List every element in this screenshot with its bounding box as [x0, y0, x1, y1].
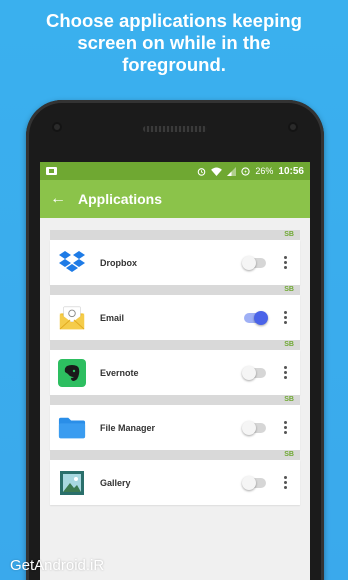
- size-unit: SB: [284, 341, 294, 348]
- alarm-icon: [198, 167, 206, 176]
- size-header: SB: [50, 340, 300, 350]
- size-unit: SB: [284, 286, 294, 293]
- app-list: SB Dropbox SB Email SB Evernote SB File …: [50, 230, 300, 505]
- status-bar: 26% 10:56: [40, 162, 310, 180]
- more-options-icon[interactable]: [284, 421, 288, 434]
- app-name: Gallery: [100, 477, 131, 488]
- speaker-grille: [143, 126, 207, 132]
- clock: 10:56: [278, 165, 304, 177]
- app-name: Evernote: [100, 367, 139, 378]
- phone-frame: 26% 10:56 ← Applications SB Dropbox SB E…: [26, 100, 324, 580]
- watermark: GetAndroid.iR: [10, 557, 105, 574]
- keep-screen-toggle[interactable]: [242, 365, 266, 380]
- keep-screen-toggle[interactable]: [242, 475, 266, 490]
- app-name: File Manager: [100, 422, 156, 433]
- notification-icon: [46, 167, 57, 175]
- app-bar: ← Applications: [40, 180, 310, 218]
- list-item[interactable]: File Manager: [50, 405, 300, 450]
- keep-screen-toggle[interactable]: [242, 420, 266, 435]
- keep-screen-toggle[interactable]: [242, 255, 266, 270]
- app-name: Email: [100, 312, 125, 323]
- headline: Choose applications keeping screen on wh…: [46, 10, 302, 75]
- sensor-icon: [52, 122, 62, 132]
- page-title: Applications: [78, 191, 163, 207]
- wifi-icon: [211, 166, 223, 176]
- phone-screen: 26% 10:56 ← Applications SB Dropbox SB E…: [40, 162, 310, 580]
- evernote-icon: [58, 358, 86, 387]
- size-unit: SB: [284, 231, 294, 238]
- back-arrow-icon[interactable]: ←: [50, 190, 72, 208]
- battery-saver-icon: [241, 166, 251, 176]
- more-options-icon[interactable]: [284, 476, 288, 489]
- phone-top-bezel: [40, 112, 310, 152]
- folder-icon: [58, 414, 86, 442]
- size-unit: SB: [284, 451, 294, 458]
- size-header: SB: [50, 395, 300, 405]
- more-options-icon[interactable]: [284, 256, 288, 269]
- size-header: SB: [50, 450, 300, 460]
- email-icon: [58, 304, 86, 332]
- size-unit: SB: [284, 396, 294, 403]
- more-options-icon[interactable]: [284, 311, 288, 324]
- keep-screen-toggle[interactable]: [244, 310, 268, 325]
- dropbox-icon: [58, 249, 86, 277]
- battery-percent: 26%: [255, 166, 274, 176]
- app-name: Dropbox: [100, 257, 137, 268]
- size-header: SB: [50, 285, 300, 295]
- list-item[interactable]: Dropbox: [50, 240, 300, 285]
- more-options-icon[interactable]: [284, 366, 288, 379]
- list-item[interactable]: Gallery: [50, 460, 300, 505]
- size-header: SB: [50, 230, 300, 240]
- camera-icon: [288, 122, 298, 132]
- list-item[interactable]: Evernote: [50, 350, 300, 395]
- list-item[interactable]: Email: [50, 295, 300, 340]
- gallery-icon: [58, 469, 86, 497]
- signal-icon: [227, 166, 237, 176]
